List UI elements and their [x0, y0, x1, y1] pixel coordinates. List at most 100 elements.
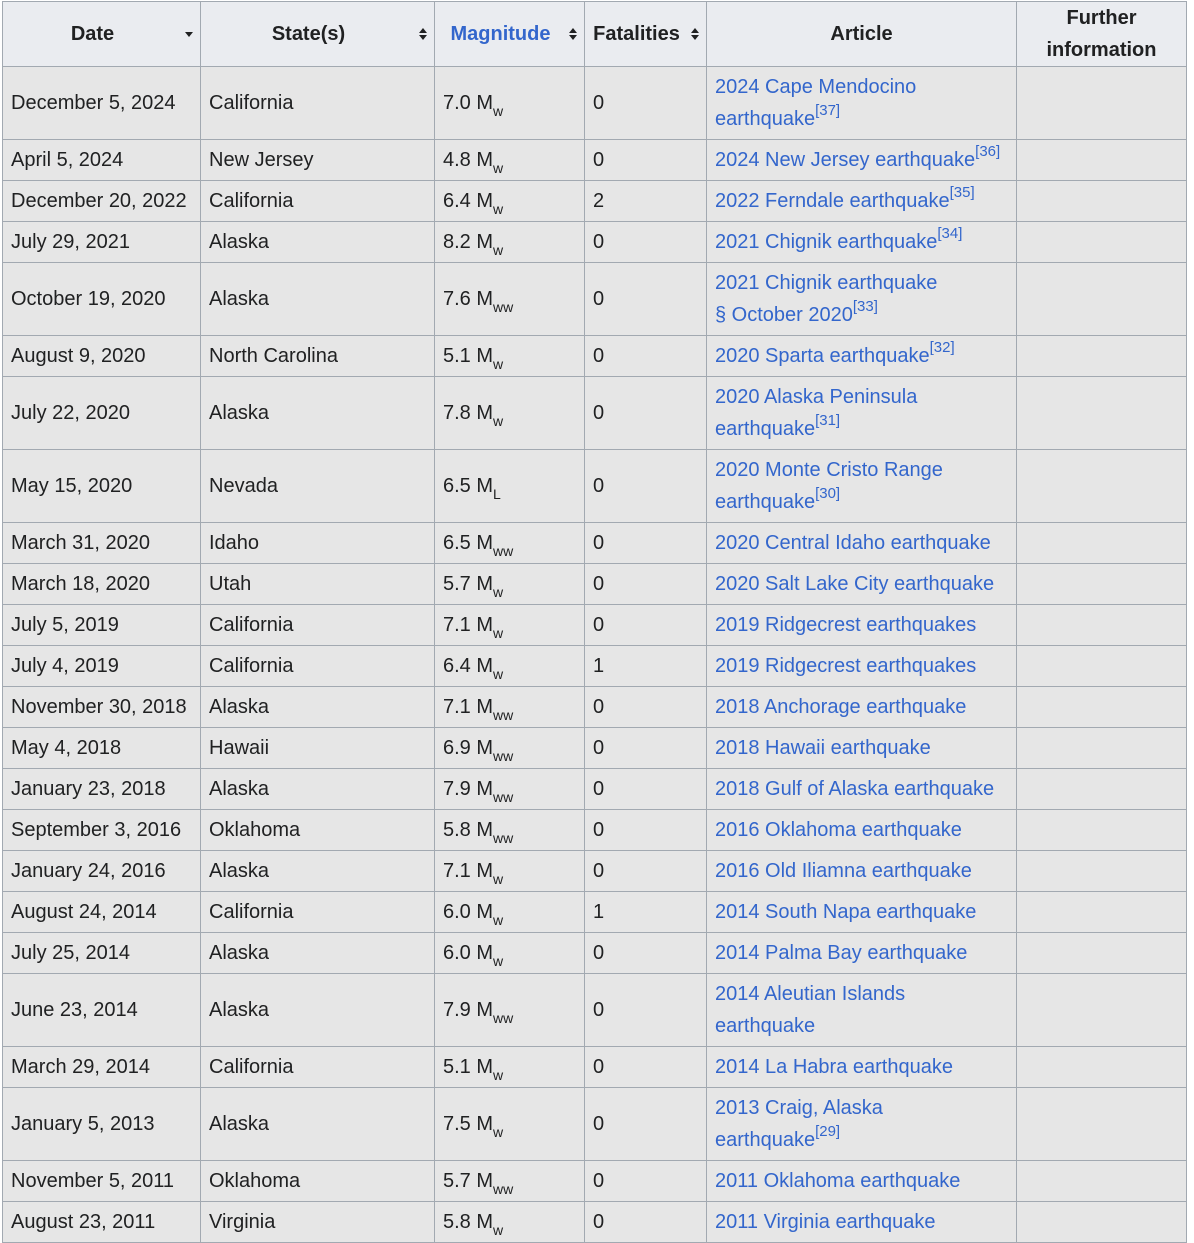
column-header-fatalities[interactable]: Fatalities [584, 1, 707, 67]
further-information-cell [1016, 1087, 1187, 1161]
reference-link[interactable]: [33] [853, 298, 878, 315]
article-link[interactable]: 2019 Ridgecrest earthquakes [715, 655, 976, 677]
magnitude-cell: 5.7 Mww [434, 1160, 585, 1202]
article-link[interactable]: 2019 Ridgecrest earthquakes [715, 614, 976, 636]
date-cell: December 5, 2024 [2, 66, 201, 140]
article-link[interactable]: earthquake [715, 108, 815, 130]
magnitude-value: 5.1 M [443, 1056, 494, 1078]
reference-link[interactable]: [35] [950, 184, 975, 201]
table-row: March 31, 2020 Idaho 6.5 Mww 0 2020 Central … [2, 522, 1187, 564]
reference-link-text[interactable]: [37] [815, 102, 840, 119]
magnitude-cell: 6.9 Mww [434, 727, 585, 769]
fatalities-cell: 0 [584, 139, 707, 181]
article-link[interactable]: earthquake [715, 1015, 815, 1037]
article-link[interactable]: 2020 Sparta earthquake [715, 345, 930, 367]
magnitude-cell: 7.0 Mw [434, 66, 585, 140]
reference-link-text[interactable]: [31] [815, 412, 840, 429]
fatalities-cell: 0 [584, 221, 707, 263]
article-link[interactable]: 2018 Hawaii earthquake [715, 737, 931, 759]
article-cell: 2020 Sparta earthquake[32] [706, 335, 1017, 377]
article-link[interactable]: 2013 Craig, Alaska [715, 1097, 883, 1119]
reference-link[interactable]: [31] [815, 412, 840, 429]
article-link[interactable]: § October 2020 [715, 304, 853, 326]
magnitude-value: 7.0 M [443, 92, 494, 114]
article-link[interactable]: 2011 Virginia earthquake [715, 1211, 936, 1233]
reference-link-text[interactable]: [34] [937, 225, 962, 242]
fatalities-cell: 0 [584, 932, 707, 974]
table-row: January 23, 2018 Alaska 7.9 Mww 0 2018 Gulf … [2, 768, 1187, 810]
magnitude-value: 6.9 M [443, 737, 494, 759]
date-cell: August 23, 2011 [2, 1201, 201, 1243]
date-cell: July 4, 2019 [2, 645, 201, 687]
state-cell: Oklahoma [200, 1160, 435, 1202]
magnitude-value: 7.9 M [443, 999, 494, 1021]
article-link[interactable]: 2011 Oklahoma earthquake [715, 1170, 960, 1192]
reference-link[interactable]: [32] [930, 339, 955, 356]
article-link[interactable]: 2016 Oklahoma earthquake [715, 819, 962, 841]
magnitude-cell: 7.1 Mw [434, 604, 585, 646]
table-row: July 4, 2019 California 6.4 Mw 1 2019 Ridgec… [2, 645, 1187, 687]
article-link[interactable]: 2018 Anchorage earthquake [715, 696, 966, 718]
state-cell: Alaska [200, 376, 435, 450]
fatalities-cell: 0 [584, 809, 707, 851]
reference-link[interactable]: [34] [937, 225, 962, 242]
column-header-magnitude[interactable]: Magnitude [434, 1, 585, 67]
article-link[interactable]: earthquake [715, 491, 815, 513]
reference-link-text[interactable]: [35] [950, 184, 975, 201]
reference-link[interactable]: [36] [975, 143, 1000, 160]
article-cell: 2011 Oklahoma earthquake [706, 1160, 1017, 1202]
reference-link[interactable]: [29] [815, 1123, 840, 1140]
article-cell: 2011 Virginia earthquake [706, 1201, 1017, 1243]
further-information-cell [1016, 335, 1187, 377]
reference-link-text[interactable]: [36] [975, 143, 1000, 160]
article-link[interactable]: 2022 Ferndale earthquake [715, 190, 950, 212]
fatalities-cell: 0 [584, 262, 707, 336]
article-link[interactable]: 2016 Old Iliamna earthquake [715, 860, 972, 882]
sort-descending-icon[interactable] [184, 27, 194, 41]
sort-both-icon[interactable] [690, 27, 700, 41]
article-link[interactable]: 2014 Aleutian Islands [715, 983, 905, 1005]
magnitude-scale: w [493, 625, 504, 641]
article-link[interactable]: 2014 Palma Bay earthquake [715, 942, 967, 964]
article-link[interactable]: 2021 Chignik earthquake [715, 272, 937, 294]
sort-both-icon[interactable] [418, 27, 428, 41]
article-link[interactable]: 2018 Gulf of Alaska earthquake [715, 778, 994, 800]
fatalities-cell: 0 [584, 686, 707, 728]
magnitude-scale: w [493, 103, 504, 119]
further-information-cell [1016, 932, 1187, 974]
article-link[interactable]: 2024 New Jersey earthquake [715, 149, 975, 171]
table-row: December 5, 2024 California 7.0 Mw 0 2024 Ca… [2, 66, 1187, 140]
magnitude-cell: 7.6 Mww [434, 262, 585, 336]
article-cell: 2024 Cape Mendocino earthquake[37] [706, 66, 1017, 140]
article-link[interactable]: 2020 Salt Lake City earthquake [715, 573, 994, 595]
reference-link-text[interactable]: [32] [930, 339, 955, 356]
state-cell: Virginia [200, 1201, 435, 1243]
magnitude-value: 7.1 M [443, 614, 494, 636]
sort-both-icon[interactable] [568, 27, 578, 41]
date-cell: March 29, 2014 [2, 1046, 201, 1088]
article-link[interactable]: earthquake [715, 1129, 815, 1151]
article-link[interactable]: 2014 South Napa earthquake [715, 901, 976, 923]
column-header-further-information: Further information [1016, 1, 1187, 67]
fatalities-cell: 0 [584, 727, 707, 769]
column-header-date[interactable]: Date [2, 1, 201, 67]
reference-link[interactable]: [37] [815, 102, 840, 119]
magnitude-scale: w [493, 356, 504, 372]
table-row: January 5, 2013 Alaska 7.5 Mw 0 2013 Craig, … [2, 1087, 1187, 1161]
article-link[interactable]: earthquake [715, 418, 815, 440]
reference-link-text[interactable]: [33] [853, 298, 878, 315]
further-information-cell [1016, 850, 1187, 892]
article-link[interactable]: 2021 Chignik earthquake [715, 231, 937, 253]
column-header-states[interactable]: State(s) [200, 1, 435, 67]
column-header-label[interactable]: Magnitude [451, 18, 569, 50]
article-link[interactable]: 2020 Monte Cristo Range [715, 459, 943, 481]
article-link[interactable]: 2014 La Habra earthquake [715, 1056, 953, 1078]
article-link[interactable]: 2020 Central Idaho earthquake [715, 532, 991, 554]
magnitude-scale: w [493, 953, 504, 969]
reference-link-text[interactable]: [29] [815, 1123, 840, 1140]
reference-link-text[interactable]: [30] [815, 485, 840, 502]
article-link[interactable]: 2020 Alaska Peninsula [715, 386, 917, 408]
reference-link[interactable]: [30] [815, 485, 840, 502]
fatalities-cell: 0 [584, 1046, 707, 1088]
article-link[interactable]: 2024 Cape Mendocino [715, 76, 916, 98]
